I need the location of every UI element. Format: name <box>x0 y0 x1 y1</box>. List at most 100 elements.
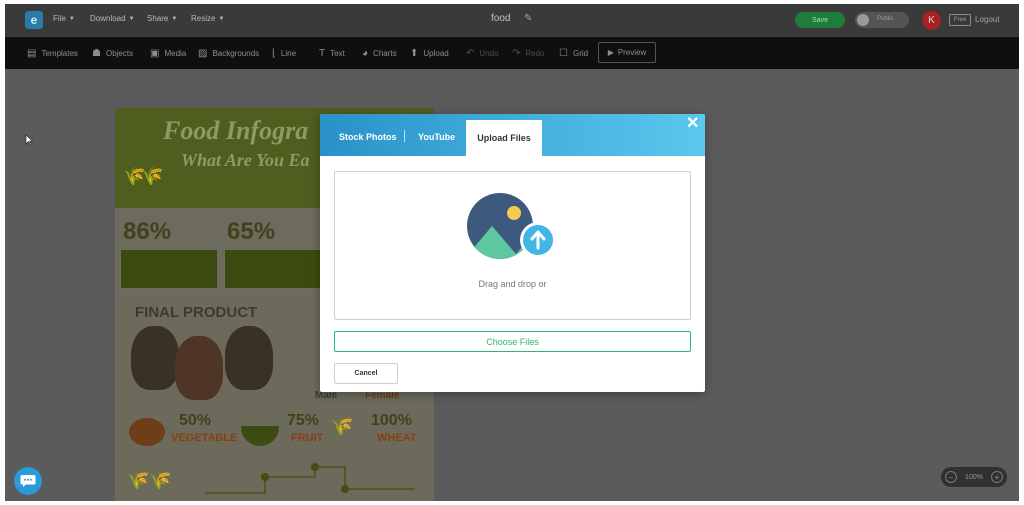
sack-icon <box>131 326 179 390</box>
app-logo[interactable]: e <box>25 11 43 29</box>
tab-divider <box>404 130 405 142</box>
media-button[interactable]: ▣ Media <box>150 48 186 59</box>
file-menu[interactable]: File ▼ <box>53 14 75 23</box>
sack-icon <box>225 326 273 390</box>
pencil-icon[interactable]: ✎ <box>524 13 532 24</box>
preview-label: Preview <box>617 48 647 57</box>
undo-label: Undo <box>479 49 499 58</box>
modal-header: Stock Photos YouTube Upload Files ✕ <box>320 114 705 156</box>
wheat-icon: 🌾 <box>331 416 354 436</box>
templates-button[interactable]: ▤ Templates <box>27 48 78 59</box>
upload-modal: Stock Photos YouTube Upload Files ✕ Drag <box>320 114 705 392</box>
undo-icon: ↶ <box>466 48 475 59</box>
line-icon: ⌊ <box>272 48 276 59</box>
objects-label: Objects <box>105 49 134 58</box>
infographic-subtitle: What Are You Ea <box>181 150 310 170</box>
undo-button[interactable]: ↶ Undo <box>466 48 499 59</box>
timeline-graphic <box>205 463 415 494</box>
top-bar: e File ▼ Download ▼ Share ▼ Resize ▼ food ✎ … <box>5 4 1019 37</box>
wheat-icon: 🌾 <box>149 470 172 490</box>
share-menu-label: Share <box>147 14 169 23</box>
chevron-down-icon: ▼ <box>128 15 135 22</box>
file-drop-zone[interactable]: Drag and drop or <box>334 171 691 320</box>
save-button[interactable]: Save <box>795 12 845 28</box>
wheat-icon: 🌾 <box>127 470 150 490</box>
share-menu[interactable]: Share ▼ <box>147 14 177 23</box>
chevron-down-icon: ▼ <box>218 15 225 22</box>
toolbar: ▤ Templates ☗ Objects ▣ Media ▨ Backgrounds … <box>5 37 1019 69</box>
logout-link[interactable]: Logout <box>975 15 999 24</box>
app-window: e File ▼ Download ▼ Share ▼ Resize ▼ food ✎ … <box>5 4 1019 501</box>
objects-button[interactable]: ☗ Objects <box>92 48 133 59</box>
backgrounds-icon: ▨ <box>198 48 208 59</box>
chat-bubble-icon <box>20 475 36 487</box>
grid-checkbox-icon: ☐ <box>559 48 568 59</box>
charts-icon: ◕ <box>362 48 369 59</box>
download-menu-label: Download <box>90 14 126 23</box>
download-menu[interactable]: Download ▼ <box>90 14 135 23</box>
zoom-control: − 100% + <box>941 467 1007 487</box>
upload-button[interactable]: ⬆ Upload <box>410 48 449 59</box>
image-upload-icon <box>467 193 556 259</box>
redo-label: Redo <box>525 49 545 58</box>
resize-menu[interactable]: Resize ▼ <box>191 14 224 23</box>
preview-button[interactable]: ▶ Preview <box>598 42 656 63</box>
drop-instructions: Drag and drop or <box>478 279 547 289</box>
chat-button[interactable] <box>14 467 42 495</box>
category-percent: 100% <box>371 412 412 429</box>
category-label: FRUIT <box>291 432 324 444</box>
mouse-cursor-icon <box>25 134 33 146</box>
media-label: Media <box>164 49 187 58</box>
file-menu-label: File <box>53 14 66 23</box>
section-title: FINAL PRODUCT <box>135 304 258 321</box>
objects-icon: ☗ <box>92 48 101 59</box>
zoom-level: 100% <box>965 473 983 481</box>
media-icon: ▣ <box>150 48 160 59</box>
line-button[interactable]: ⌊ Line <box>272 48 296 59</box>
infographic-title: Food Infogra <box>163 116 309 145</box>
resize-menu-label: Resize <box>191 14 216 23</box>
toggle-knob <box>857 14 869 26</box>
cancel-button[interactable]: Cancel <box>334 363 398 384</box>
wheat-icon: 🌾 <box>141 166 164 186</box>
public-toggle-label: Public <box>877 16 894 22</box>
redo-icon: ↷ <box>512 48 521 59</box>
stat-block <box>225 250 321 288</box>
zoom-in-button[interactable]: + <box>991 471 1003 483</box>
backgrounds-button[interactable]: ▨ Backgrounds <box>198 48 259 59</box>
grid-toggle[interactable]: ☐ Grid <box>559 48 588 59</box>
public-toggle[interactable]: Public <box>855 12 909 28</box>
tab-stock-photos[interactable]: Stock Photos <box>339 132 397 142</box>
plan-badge: Free <box>949 14 971 26</box>
text-icon: T <box>319 48 326 59</box>
category-percent: 50% <box>179 412 212 429</box>
line-label: Line <box>280 49 297 58</box>
charts-button[interactable]: ◕ Charts <box>362 48 397 59</box>
upload-icon: ⬆ <box>410 48 419 59</box>
grid-label: Grid <box>572 49 589 58</box>
stat-block <box>121 250 217 288</box>
text-button[interactable]: T Text <box>319 48 345 59</box>
category-percent: 75% <box>287 412 320 429</box>
avatar[interactable]: K <box>922 11 941 30</box>
templates-icon: ▤ <box>27 48 37 59</box>
text-label: Text <box>330 49 345 58</box>
zoom-out-button[interactable]: − <box>945 471 957 483</box>
tab-upload-files[interactable]: Upload Files <box>466 120 542 156</box>
stat-percent: 86% <box>123 218 172 245</box>
chevron-down-icon: ▼ <box>171 15 178 22</box>
upload-label: Upload <box>423 49 449 58</box>
close-icon[interactable]: ✕ <box>686 116 699 132</box>
watermelon-icon <box>241 426 279 446</box>
charts-label: Charts <box>373 49 397 58</box>
document-title[interactable]: food <box>491 13 510 24</box>
choose-files-button[interactable]: Choose Files <box>334 331 691 352</box>
templates-label: Templates <box>41 49 78 58</box>
chevron-down-icon: ▼ <box>68 15 75 22</box>
category-label: WHEAT <box>377 432 417 444</box>
category-label: VEGETABLE <box>171 432 238 444</box>
tab-youtube[interactable]: YouTube <box>418 132 455 142</box>
redo-button[interactable]: ↷ Redo <box>512 48 545 59</box>
pumpkin-icon <box>129 418 165 446</box>
play-icon: ▶ <box>607 48 614 57</box>
